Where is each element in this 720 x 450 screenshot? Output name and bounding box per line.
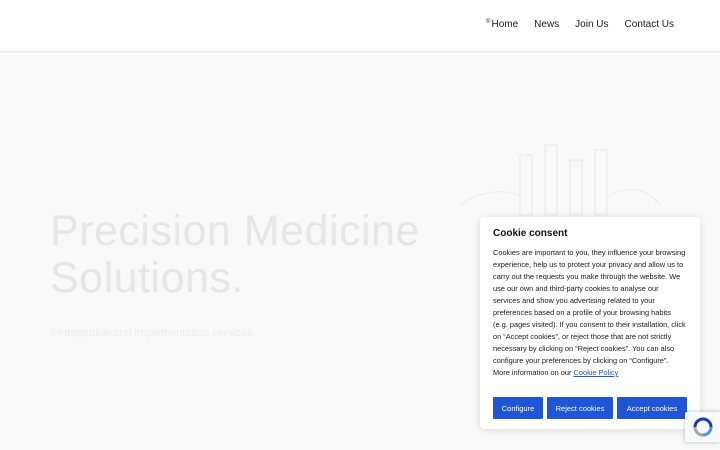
nav-item-label: News <box>534 19 560 30</box>
nav-item-label: Home <box>491 19 519 30</box>
cookie-policy-link[interactable]: Cookie Policy <box>574 368 619 377</box>
hero-graphic-curve <box>459 191 521 206</box>
cookie-consent-text: Cookies are important to you, they influ… <box>493 247 687 379</box>
hero-subtitle-text: Integration and implementation services <box>58 327 253 339</box>
hero-graphic-bar <box>519 154 533 216</box>
hero-title: Precision Medicine Solutions. <box>50 208 420 302</box>
site-header: ® Home News Join Us Contact Us <box>0 0 720 52</box>
hero-graphic-bar <box>569 159 583 216</box>
registered-mark: ® <box>50 327 59 339</box>
hero-graphic-bar <box>544 144 558 216</box>
nav-item-join-us[interactable]: Join Us <box>575 19 608 30</box>
nav-item-home[interactable]: ® Home <box>486 19 518 30</box>
nav-item-label: Join Us <box>575 19 609 30</box>
hero-title-line-1: Precision Medicine <box>50 207 420 255</box>
cookie-consent-title: Cookie consent <box>493 228 568 239</box>
cookie-button-row: Configure Reject cookies Accept cookies <box>493 397 687 419</box>
hero-title-line-2: Solutions. <box>50 254 244 302</box>
hero-graphic-curve <box>609 188 661 206</box>
configure-button[interactable]: Configure <box>493 397 543 419</box>
hero-subtitle: ®Integration and implementation services <box>50 327 253 339</box>
registered-mark: ® <box>486 19 491 25</box>
accept-cookies-button[interactable]: Accept cookies <box>617 397 687 419</box>
main-nav: ® Home News Join Us Contact Us <box>486 19 674 30</box>
recaptcha-badge[interactable] <box>685 412 720 442</box>
hero-graphic-bar <box>594 149 608 216</box>
cookie-consent-body: Cookies are important to you, they influ… <box>493 248 686 377</box>
nav-item-label: Contact Us <box>624 19 674 30</box>
cookie-consent-dialog: Cookie consent Cookies are important to … <box>480 217 700 429</box>
nav-item-contact-us[interactable]: Contact Us <box>625 19 674 30</box>
recaptcha-icon <box>693 417 712 437</box>
nav-item-news[interactable]: News <box>534 19 559 30</box>
reject-cookies-button[interactable]: Reject cookies <box>547 397 613 419</box>
